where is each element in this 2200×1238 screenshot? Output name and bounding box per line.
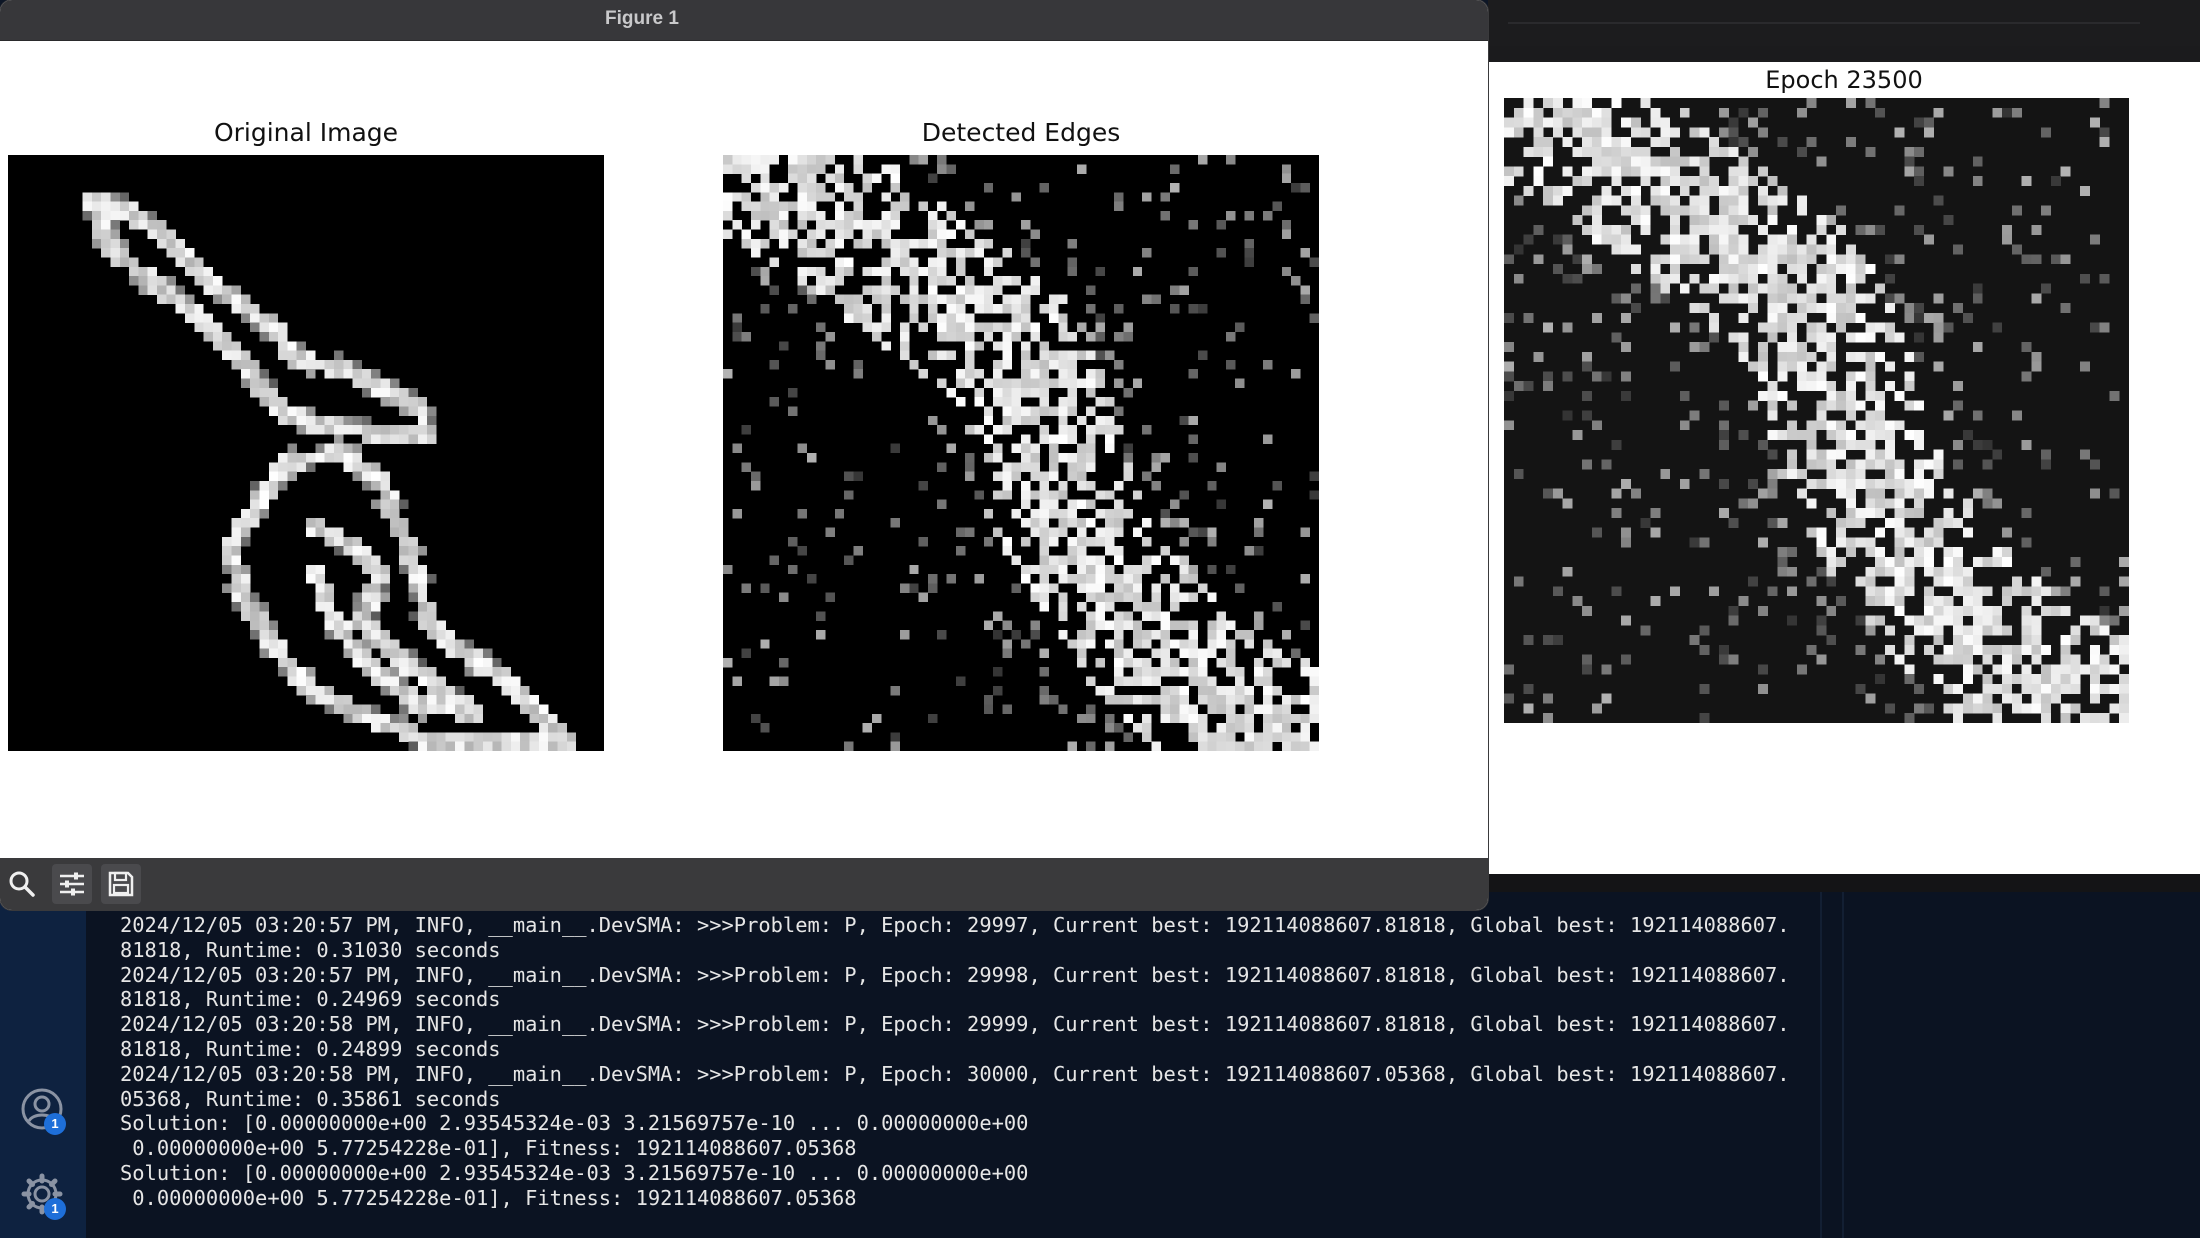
terminal-line: 05368, Runtime: 0.35861 seconds bbox=[120, 1086, 501, 1111]
zoom-button[interactable] bbox=[2, 864, 42, 904]
accounts-badge: 1 bbox=[44, 1113, 66, 1135]
epoch-window-bottom-edge bbox=[1488, 874, 2200, 892]
terminal-line: Solution: [0.00000000e+00 2.93545324e-03… bbox=[120, 1160, 1029, 1185]
original-image-title: Original Image bbox=[213, 118, 399, 147]
epoch-window-titlebar[interactable] bbox=[1488, 0, 2200, 46]
terminal-line: 2024/12/05 03:20:57 PM, INFO, __main__.D… bbox=[120, 913, 1790, 937]
terminal-output[interactable]: 2024/12/05 03:20:57 PM, INFO, __main__.D… bbox=[120, 913, 1790, 1211]
panel-divider bbox=[1842, 892, 1844, 1238]
terminal-line: 0.00000000e+00 5.77254228e-01], Fitness:… bbox=[120, 1185, 857, 1210]
figure-toolbar bbox=[0, 858, 1488, 910]
epoch-figure-window[interactable]: Epoch 23500 bbox=[1488, 0, 2200, 892]
terminal-line: 2024/12/05 03:20:58 PM, INFO, __main__.D… bbox=[120, 1012, 1790, 1037]
epoch-image-plot bbox=[1504, 98, 2129, 723]
settings-badge: 1 bbox=[44, 1198, 66, 1220]
settings-button[interactable]: 1 bbox=[18, 1170, 66, 1220]
detected-edges-title: Detected Edges bbox=[921, 118, 1121, 147]
terminal-line: 81818, Runtime: 0.24969 seconds bbox=[120, 987, 501, 1012]
detected-edges-plot bbox=[723, 155, 1319, 751]
figure-canvas: Original Image Detected Edges bbox=[0, 41, 1488, 858]
original-image-plot bbox=[8, 155, 604, 751]
sliders-icon bbox=[60, 872, 84, 896]
epoch-plot-title: Epoch 23500 bbox=[1765, 66, 1923, 94]
terminal-line: 81818, Runtime: 0.31030 seconds bbox=[120, 937, 501, 962]
window-title: Figure 1 bbox=[605, 8, 679, 29]
accounts-button[interactable]: 1 bbox=[18, 1085, 66, 1135]
panel-divider bbox=[1820, 892, 1822, 1238]
figure-window-titlebar[interactable]: Figure 1 bbox=[0, 0, 1488, 41]
figure-window[interactable]: Figure 1 Original Image Detected Edges bbox=[0, 0, 1488, 910]
search-icon bbox=[9, 871, 35, 897]
save-icon bbox=[108, 871, 134, 897]
terminal-line: 2024/12/05 03:20:58 PM, INFO, __main__.D… bbox=[120, 1061, 1790, 1086]
terminal-line: 81818, Runtime: 0.24899 seconds bbox=[120, 1036, 501, 1061]
terminal-line: 2024/12/05 03:20:57 PM, INFO, __main__.D… bbox=[120, 962, 1790, 987]
terminal-line: Solution: [0.00000000e+00 2.93545324e-03… bbox=[120, 1111, 1029, 1136]
terminal-line: 0.00000000e+00 5.77254228e-01], Fitness:… bbox=[132, 1136, 857, 1161]
configure-subplots-button[interactable] bbox=[52, 864, 92, 904]
save-figure-button[interactable] bbox=[101, 864, 141, 904]
